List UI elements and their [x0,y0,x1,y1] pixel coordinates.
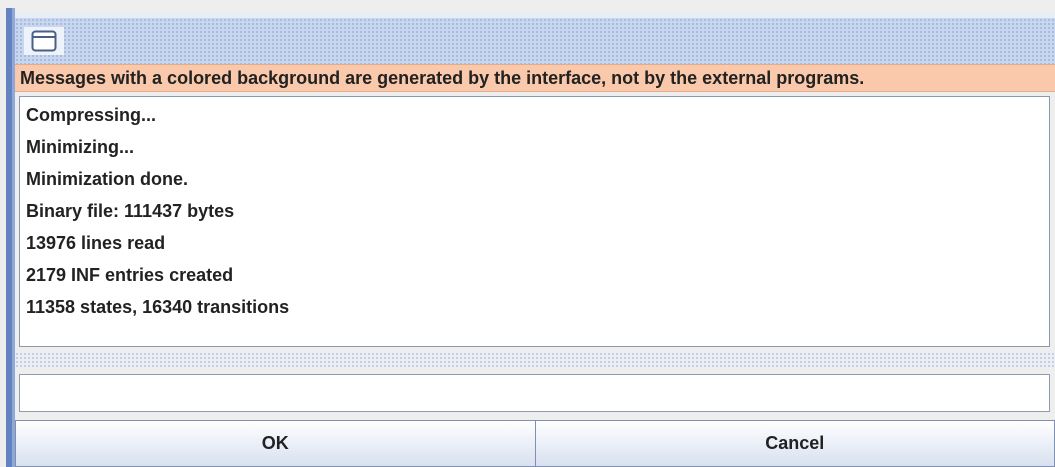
log-line: Binary file: 111437 bytes [26,201,235,221]
button-row: OK Cancel [15,420,1055,467]
split-pane-divider[interactable] [15,352,1055,368]
command-input[interactable] [19,374,1050,412]
log-line: Minimizing... [26,137,134,157]
log-line: Compressing... [26,105,157,125]
log-line: 2179 INF entries created [26,265,234,285]
log-line: 13976 lines read [26,233,166,253]
log-line: 11358 states, 16340 transitions [26,297,290,317]
dialog-window: Messages with a colored background are g… [0,0,1055,467]
ok-button[interactable]: OK [15,420,536,467]
message-log[interactable]: Compressing... Minimizing... Minimizatio… [19,96,1050,347]
window-icon[interactable] [24,27,64,55]
cancel-button[interactable]: Cancel [535,420,1055,467]
interface-message-banner: Messages with a colored background are g… [15,64,1055,92]
window-icon-glyph [31,30,57,52]
log-line: Minimization done. [26,169,188,189]
titlebar[interactable] [15,18,1055,64]
